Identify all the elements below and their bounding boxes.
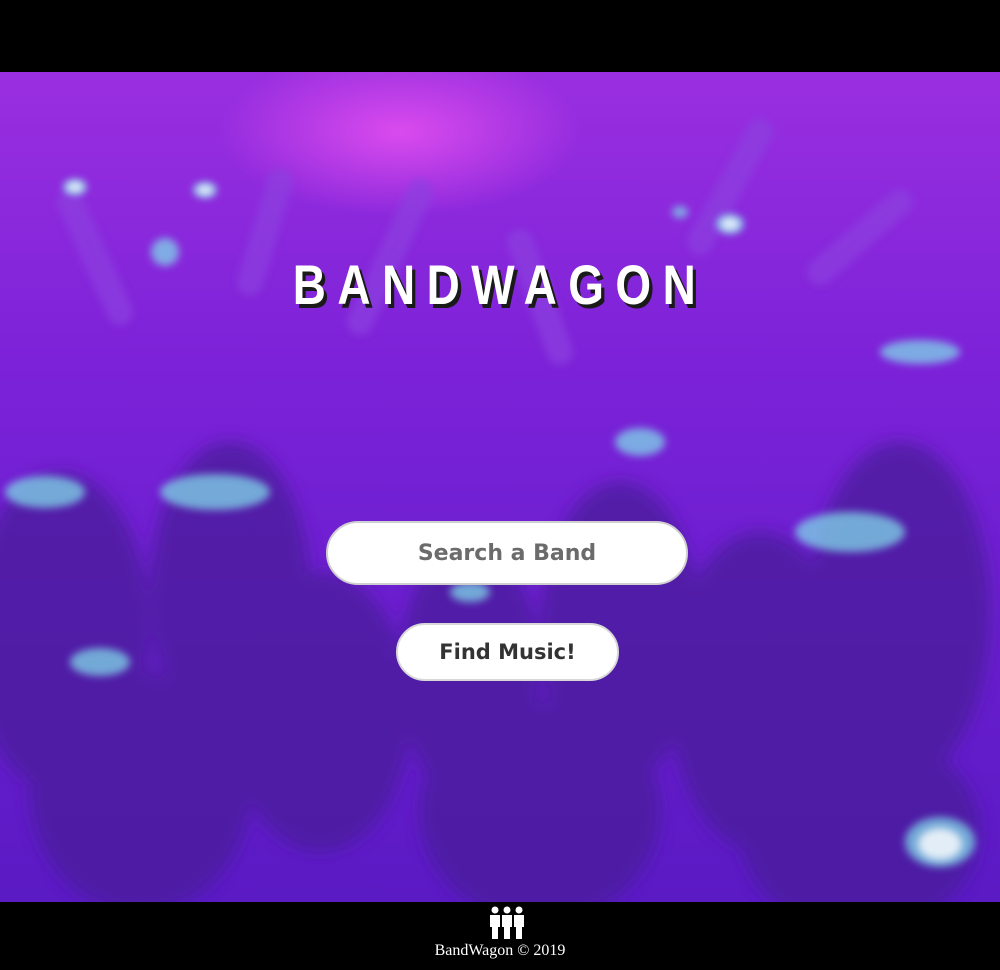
find-music-button[interactable]: Find Music! [396, 623, 619, 681]
band-search-input[interactable] [326, 521, 688, 585]
group-of-people-icon [490, 906, 524, 939]
top-bar [0, 0, 1000, 72]
site-title: BANDWAGON [292, 253, 708, 316]
footer-copyright: BandWagon © 2019 [434, 942, 566, 959]
crowd-background-image [0, 119, 990, 902]
hero-background: BANDWAGON Find Music! [0, 72, 1000, 902]
footer: BandWagon © 2019 [0, 902, 1000, 970]
